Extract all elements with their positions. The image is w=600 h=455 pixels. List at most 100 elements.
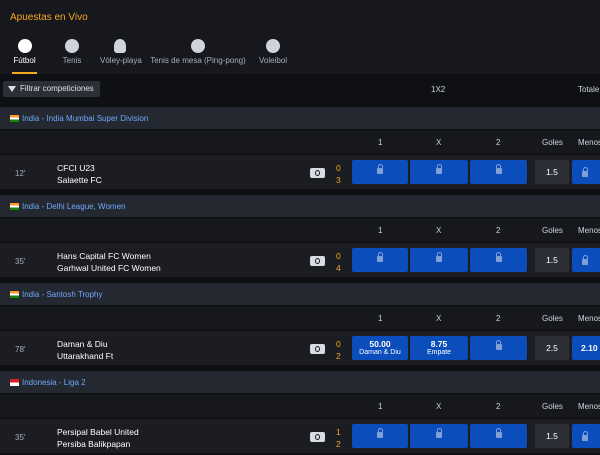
beach-volley-icon	[113, 39, 126, 53]
col-under: Menos	[578, 138, 600, 147]
col-goals: Goles	[542, 138, 563, 147]
live-bets-header: Apuestas en Vivo	[0, 0, 600, 32]
under-odd-locked[interactable]	[572, 424, 600, 448]
odd-value: 50.00	[369, 339, 391, 349]
odd-1-locked[interactable]	[352, 424, 408, 448]
col-under: Menos	[578, 314, 600, 323]
stats-icon[interactable]	[310, 344, 325, 354]
tab-tenis-de-mesa[interactable]: Tenis de mesa (Ping-pong)	[150, 32, 246, 74]
away-score: 4	[336, 263, 341, 273]
funnel-icon	[8, 86, 16, 92]
tab-label: Voleibol	[259, 56, 288, 65]
table-tennis-icon	[191, 39, 205, 53]
col-x: X	[436, 138, 442, 147]
india-flag-icon	[10, 203, 19, 210]
odd-value: 8.75	[430, 339, 448, 349]
away-team: Persiba Balikpapan	[57, 439, 131, 449]
under-odd-locked[interactable]	[572, 248, 600, 272]
goals-line: 1.5	[535, 424, 569, 448]
away-team: Uttarakhand Ft	[57, 351, 114, 361]
league-name: India - India Mumbai Super Division	[22, 114, 149, 123]
stats-icon[interactable]	[310, 256, 325, 266]
tab-label: Fútbol	[13, 56, 36, 65]
odd-2-locked[interactable]	[470, 248, 527, 272]
odd-x-button[interactable]: 8.75 Empate	[410, 336, 468, 360]
match-row[interactable]: 12' CFCI U23 Salaette FC 0 3 1.5	[0, 155, 600, 189]
goals-line: 1.5	[535, 160, 569, 184]
under-odd-locked[interactable]	[572, 160, 600, 184]
away-team: Garhwal United FC Women	[57, 263, 161, 273]
page-title: Apuestas en Vivo	[10, 12, 88, 23]
away-score: 3	[336, 175, 341, 185]
tab-futbol[interactable]: Fútbol	[12, 32, 37, 74]
col-2: 2	[496, 402, 501, 411]
home-team: Daman & Diu	[57, 339, 108, 349]
league-name: Indonesia - Liga 2	[22, 378, 86, 387]
match-row[interactable]: 78' Daman & Diu Uttarakhand Ft 0 2 50.00…	[0, 331, 600, 365]
odd-x-locked[interactable]	[410, 160, 468, 184]
col-goals: Goles	[542, 226, 563, 235]
home-score: 0	[336, 163, 341, 173]
tab-label: Vóley-playa	[100, 56, 142, 65]
odd-x-locked[interactable]	[410, 248, 468, 272]
col-goals: Goles	[542, 314, 563, 323]
odds-column-header: 1 X 2 Goles Menos	[0, 307, 600, 329]
indonesia-flag-icon	[10, 379, 19, 386]
home-score: 1	[336, 427, 341, 437]
filter-competitions-button[interactable]: Filtrar competiciones	[3, 81, 100, 97]
home-team: CFCI U23	[57, 163, 95, 173]
match-time: 12'	[15, 169, 26, 178]
filter-label: Filtrar competiciones	[20, 84, 94, 93]
match-time: 78'	[15, 345, 26, 354]
match-time: 35'	[15, 433, 26, 442]
stats-icon[interactable]	[310, 168, 325, 178]
tab-tenis[interactable]: Tenis	[60, 32, 84, 74]
col-x: X	[436, 402, 442, 411]
home-score: 0	[336, 251, 341, 261]
india-flag-icon	[10, 115, 19, 122]
col-x: X	[436, 314, 442, 323]
col-1: 1	[378, 402, 383, 411]
col-2: 2	[496, 226, 501, 235]
tab-voley-playa[interactable]: Vóley-playa	[100, 32, 142, 74]
odd-2-locked[interactable]	[470, 160, 527, 184]
odd-1-locked[interactable]	[352, 160, 408, 184]
volleyball-icon	[266, 39, 280, 53]
col-x: X	[436, 226, 442, 235]
col-under: Menos	[578, 226, 600, 235]
market-header-totals: Totale	[578, 85, 600, 94]
odd-2-locked[interactable]	[470, 424, 527, 448]
tab-label: Tenis	[62, 56, 82, 65]
home-team: Hans Capital FC Women	[57, 251, 151, 261]
league-header[interactable]: India - Santosh Trophy	[0, 283, 600, 305]
odd-x-locked[interactable]	[410, 424, 468, 448]
soccer-ball-icon	[17, 39, 32, 53]
league-name: India - Santosh Trophy	[22, 290, 103, 299]
match-time: 35'	[15, 257, 26, 266]
col-1: 1	[378, 314, 383, 323]
market-header-1x2: 1X2	[431, 85, 446, 94]
league-header[interactable]: Indonesia - Liga 2	[0, 371, 600, 393]
col-1: 1	[378, 226, 383, 235]
under-odd-button[interactable]: 2.10	[572, 336, 600, 360]
league-header[interactable]: India - Delhi League, Women	[0, 195, 600, 217]
odd-1-locked[interactable]	[352, 248, 408, 272]
odd-2-locked[interactable]	[470, 336, 527, 360]
match-row[interactable]: 35' Persipal Babel United Persiba Balikp…	[0, 419, 600, 453]
match-row[interactable]: 35' Hans Capital FC Women Garhwal United…	[0, 243, 600, 277]
odd-label: Empate	[426, 349, 452, 356]
away-team: Salaette FC	[57, 175, 102, 185]
odds-column-header: 1 X 2 Goles Menos	[0, 219, 600, 241]
away-score: 2	[336, 439, 341, 449]
home-team: Persipal Babel United	[57, 427, 139, 437]
odds-column-header: 1 X 2 Goles Menos	[0, 131, 600, 153]
home-score: 0	[336, 339, 341, 349]
tab-voleibol[interactable]: Voleibol	[259, 32, 287, 74]
stats-icon[interactable]	[310, 432, 325, 442]
odd-1-button[interactable]: 50.00 Daman & Diu	[352, 336, 408, 360]
goals-line: 1.5	[535, 248, 569, 272]
league-header[interactable]: India - India Mumbai Super Division	[0, 107, 600, 129]
goals-line: 2.5	[535, 336, 569, 360]
tab-label: Tenis de mesa (Ping-pong)	[150, 56, 246, 65]
col-goals: Goles	[542, 402, 563, 411]
